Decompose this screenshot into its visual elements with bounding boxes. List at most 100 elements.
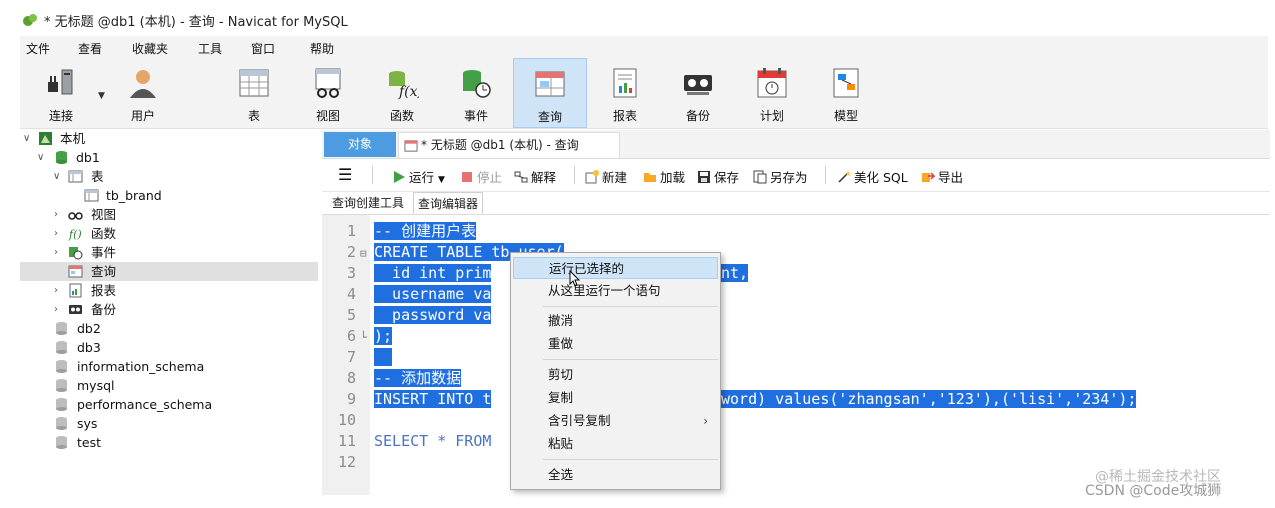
- tree-database-information_schema[interactable]: information_schema: [20, 357, 318, 376]
- tab-objects[interactable]: 对象: [324, 132, 396, 157]
- menu-item-redo[interactable]: 重做: [513, 333, 718, 355]
- chevron-right-icon[interactable]: ›: [54, 300, 58, 319]
- database-icon: [56, 341, 67, 354]
- toolbar-view-button[interactable]: 视图: [297, 58, 359, 128]
- menu-favorites[interactable]: 收藏夹: [132, 40, 168, 57]
- menu-item-run-selected[interactable]: 运行已选择的: [513, 257, 718, 279]
- chevron-right-icon[interactable]: ›: [54, 243, 58, 262]
- folder-icon: [644, 173, 656, 182]
- menu-item-copy-with-quotes[interactable]: 含引号复制 ›: [513, 410, 718, 432]
- database-icon: [56, 436, 67, 449]
- toolbar-label: 表: [247, 109, 260, 123]
- toolbar-table-button[interactable]: 表: [223, 58, 285, 128]
- toolbar-query-button[interactable]: 查询: [513, 58, 587, 128]
- connection-icon: [39, 132, 52, 145]
- chevron-down-icon[interactable]: ∨: [23, 129, 30, 148]
- fold-minus-icon[interactable]: ⊟: [360, 247, 367, 260]
- new-icon: [585, 170, 599, 184]
- database-icon: [56, 322, 67, 335]
- tab-query-editor[interactable]: 查询编辑器: [413, 192, 484, 214]
- line-number: 1: [346, 222, 356, 240]
- chevron-right-icon[interactable]: ›: [54, 281, 58, 300]
- line-number: 12: [337, 453, 356, 471]
- toolbar-divider: [825, 166, 826, 184]
- tree-table-tb_brand[interactable]: tb_brand: [20, 186, 318, 205]
- toolbar-event-button[interactable]: 事件: [445, 58, 507, 128]
- menu-item-cut[interactable]: 剪切: [513, 364, 718, 386]
- save-button[interactable]: 保存: [697, 167, 739, 186]
- sql-editor[interactable]: 1 2 3 4 5 6 7 8 9 10 11 12 ⊟ └ -- 创建用户表 …: [322, 215, 1270, 495]
- tree-group-backups[interactable]: › 备份: [20, 300, 318, 319]
- line-number: 3: [346, 264, 356, 282]
- connection-icon: [48, 69, 73, 95]
- line-number: 2: [346, 243, 356, 261]
- tree-database-db2[interactable]: db2: [20, 319, 318, 338]
- tree-database-db3[interactable]: db3: [20, 338, 318, 357]
- menu-window[interactable]: 窗口: [251, 40, 275, 57]
- tree-database-mysql[interactable]: mysql: [20, 376, 318, 395]
- menu-item-undo[interactable]: 撤消: [513, 310, 718, 332]
- tree-database-sys[interactable]: sys: [20, 414, 318, 433]
- toolbar-user-button[interactable]: 用户: [112, 58, 174, 128]
- toolbar-backup-button[interactable]: 备份: [667, 58, 729, 128]
- line-number: 5: [346, 306, 356, 324]
- database-icon: [56, 379, 67, 392]
- tree-group-reports[interactable]: › 报表: [20, 281, 318, 300]
- database-icon: [56, 151, 67, 164]
- code-line: id int prim: [374, 264, 492, 282]
- save-icon: [698, 171, 710, 183]
- toolbar-schedule-button[interactable]: 计划: [741, 58, 803, 128]
- tree-group-views[interactable]: › 视图: [20, 205, 318, 224]
- event-icon: [463, 70, 491, 98]
- run-button[interactable]: 运行 ▼: [392, 167, 445, 186]
- toolbar-model-button[interactable]: 模型: [815, 58, 877, 128]
- tree-group-functions[interactable]: › f() 函数: [20, 224, 318, 243]
- tree-group-tables[interactable]: ∨ 表: [20, 167, 318, 186]
- load-button[interactable]: 加载: [643, 167, 685, 186]
- main-toolbar: ▼ 连接 用户 表 视图 f(x) 函数 事件: [20, 58, 1268, 129]
- menu-bar: 文件 查看 收藏夹 工具 窗口 帮助: [20, 36, 1268, 58]
- code-line: username va: [374, 285, 492, 303]
- table-icon: [68, 170, 83, 183]
- watermark-csdn: CSDN @Code攻城狮: [1085, 483, 1222, 499]
- chevron-down-icon[interactable]: ▼: [438, 175, 445, 185]
- hamburger-menu-icon[interactable]: ☰: [338, 165, 352, 184]
- new-button[interactable]: 新建: [585, 167, 627, 186]
- toolbar-function-button[interactable]: f(x) 函数: [371, 58, 433, 128]
- menu-help[interactable]: 帮助: [310, 40, 334, 57]
- chevron-right-icon: ›: [703, 414, 708, 428]
- tree-database-db1[interactable]: ∨ db1: [20, 148, 318, 167]
- export-button[interactable]: 导出: [921, 167, 963, 186]
- tree-group-events[interactable]: › 事件: [20, 243, 318, 262]
- tree-connection[interactable]: ∨ 本机: [20, 129, 318, 148]
- explain-button[interactable]: 解释: [514, 167, 556, 186]
- toolbar-label: 计划: [759, 109, 784, 123]
- menu-item-select-all[interactable]: 全选: [513, 464, 718, 486]
- toolbar-connection-button[interactable]: ▼ 连接: [30, 58, 105, 128]
- tree-group-queries[interactable]: 查询: [20, 262, 318, 281]
- play-icon: [394, 171, 405, 183]
- menu-view[interactable]: 查看: [78, 40, 102, 57]
- chevron-down-icon[interactable]: ▼: [98, 91, 105, 101]
- stop-button[interactable]: 停止: [460, 167, 502, 186]
- chevron-right-icon[interactable]: ›: [54, 224, 58, 243]
- menu-item-paste[interactable]: 粘贴: [513, 433, 718, 455]
- menu-item-copy[interactable]: 复制: [513, 387, 718, 409]
- menu-item-run-from-here[interactable]: 从这里运行一个语句: [513, 280, 718, 302]
- tree-database-test[interactable]: test: [20, 433, 318, 452]
- beautify-sql-button[interactable]: 美化 SQL: [837, 167, 908, 186]
- chevron-down-icon[interactable]: ∨: [37, 148, 44, 167]
- tab-query-builder[interactable]: 查询创建工具: [328, 192, 408, 214]
- toolbar-report-button[interactable]: 报表: [594, 58, 656, 128]
- toolbar-label: 备份: [685, 109, 710, 123]
- save-as-button[interactable]: 另存为: [753, 167, 808, 186]
- toolbar-label: 查询: [537, 110, 562, 124]
- line-number: 6: [346, 327, 356, 345]
- chevron-right-icon[interactable]: ›: [54, 205, 58, 224]
- menu-file[interactable]: 文件: [26, 40, 50, 57]
- menu-tools[interactable]: 工具: [198, 40, 222, 57]
- chevron-down-icon[interactable]: ∨: [53, 167, 60, 186]
- query-icon: [535, 71, 565, 97]
- tab-query[interactable]: * 无标题 @db1 (本机) - 查询: [398, 132, 620, 158]
- tree-database-performance_schema[interactable]: performance_schema: [20, 395, 318, 414]
